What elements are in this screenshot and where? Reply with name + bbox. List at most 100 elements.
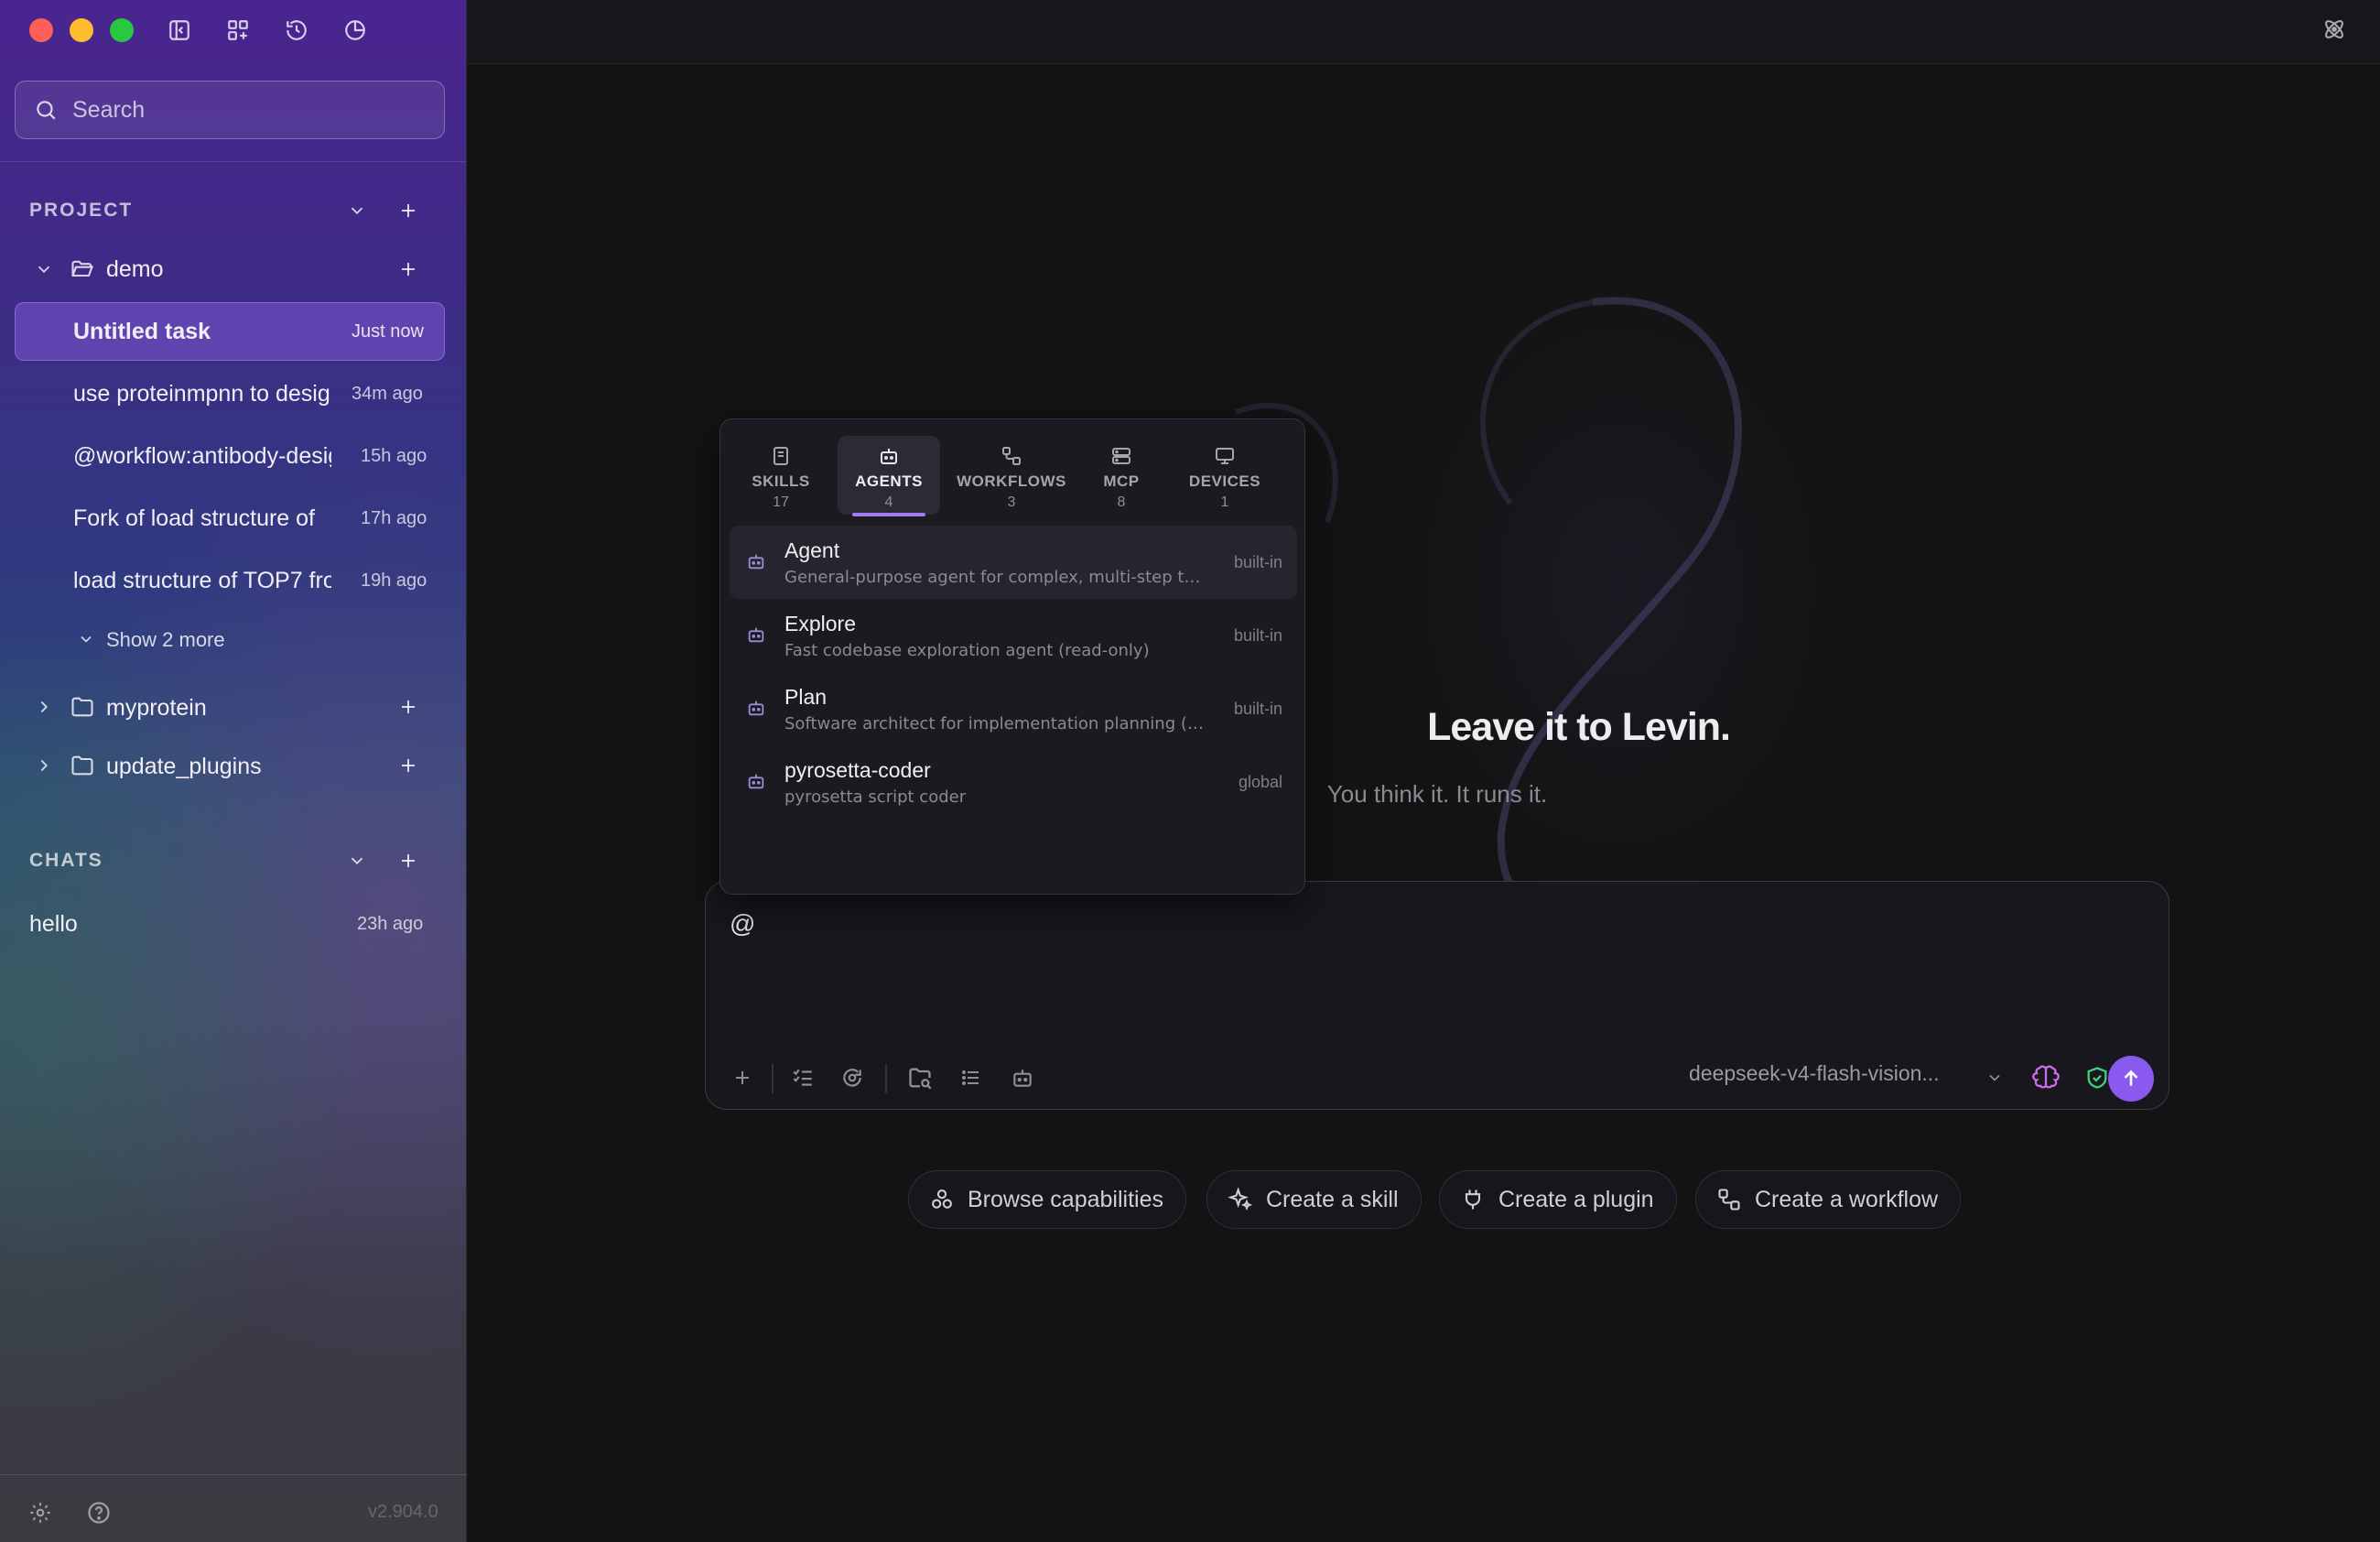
task-time: 19h ago [361, 570, 427, 591]
agent-bot-icon [748, 700, 764, 716]
atom-icon[interactable] [2318, 13, 2351, 46]
chevron-down-icon[interactable] [341, 194, 373, 227]
tab-count: 1 [1220, 494, 1229, 510]
divider [885, 1064, 887, 1093]
pill-label: Create a plugin [1498, 1186, 1654, 1212]
tab-agents[interactable]: AGENTS 4 [838, 436, 940, 516]
send-button[interactable] [2108, 1056, 2154, 1102]
add-task-button[interactable] [392, 253, 425, 286]
create-skill-button[interactable]: Create a skill [1206, 1170, 1422, 1229]
list-icon[interactable] [953, 1059, 990, 1096]
folder-icon [66, 749, 99, 782]
tab-mcp[interactable]: MCP 8 [1085, 436, 1158, 515]
folder-demo[interactable]: demo [106, 256, 164, 283]
chat-item[interactable]: hello [29, 911, 78, 938]
agent-description: Fast codebase exploration agent (read-on… [784, 641, 1150, 660]
tab-label: DEVICES [1188, 472, 1261, 490]
folder-search-icon[interactable] [902, 1059, 938, 1096]
create-plugin-button[interactable]: Create a plugin [1439, 1170, 1677, 1229]
pill-label: Browse capabilities [968, 1186, 1163, 1212]
tab-count: 4 [884, 494, 893, 510]
divider [0, 161, 467, 162]
search-input[interactable]: Search [15, 81, 445, 139]
search-placeholder: Search [72, 96, 146, 123]
agent-item[interactable]: pyrosetta-coder pyrosetta script coder g… [730, 745, 1297, 819]
chevron-down-icon[interactable] [70, 623, 103, 656]
add-attachment-icon[interactable] [724, 1059, 761, 1096]
agent-name: Plan [784, 685, 828, 709]
top-bar [467, 0, 2380, 64]
chevron-down-icon[interactable] [341, 844, 373, 877]
agent-description: pyrosetta script coder [784, 787, 967, 807]
create-workflow-button[interactable]: Create a workflow [1695, 1170, 1962, 1229]
add-task-button[interactable] [392, 690, 425, 723]
refresh-cycle-icon[interactable] [834, 1059, 871, 1096]
tab-workflows[interactable]: WORKFLOWS 3 [947, 436, 1076, 515]
usage-chart-icon[interactable] [339, 14, 372, 47]
agent-bot-icon [881, 449, 897, 464]
chevron-down-icon[interactable] [1976, 1059, 2013, 1096]
agent-scope-badge: global [1238, 773, 1282, 791]
task-time: 15h ago [361, 446, 427, 466]
chevron-right-icon[interactable] [27, 690, 60, 723]
agent-item[interactable]: Explore Fast codebase exploration agent … [730, 599, 1297, 672]
history-icon[interactable] [280, 14, 313, 47]
agent-description: General-purpose agent for complex, multi… [784, 568, 1206, 587]
add-project-button[interactable] [392, 194, 425, 227]
agent-item[interactable]: Plan Software architect for implementati… [730, 672, 1297, 745]
add-chat-button[interactable] [392, 844, 425, 877]
apps-grid-icon[interactable] [222, 14, 254, 47]
tab-label: MCP [1103, 472, 1140, 490]
composer-input[interactable]: @ [730, 909, 755, 939]
chevron-down-icon[interactable] [27, 253, 60, 286]
task-title[interactable]: load structure of TOP7 from [73, 568, 331, 594]
divider [772, 1064, 774, 1093]
agent-bot-icon[interactable] [1004, 1059, 1041, 1096]
add-task-button[interactable] [392, 749, 425, 782]
tab-label: SKILLS [752, 472, 810, 490]
sidebar-toggle-icon[interactable] [163, 14, 196, 47]
task-title[interactable]: @workflow:antibody-design [73, 443, 331, 470]
plug-icon [1465, 1189, 1481, 1210]
agent-bot-icon [748, 554, 764, 570]
task-time: Just now [352, 321, 424, 342]
folder-myprotein[interactable]: myprotein [106, 695, 207, 722]
mention-popover: SKILLS 17 AGENTS 4 WORKFLOWS 3 MCP 8 DEV… [719, 418, 1305, 895]
task-title[interactable]: use proteinmpnn to design [73, 381, 331, 407]
tab-skills[interactable]: SKILLS 17 [731, 436, 830, 515]
close-window-button[interactable] [29, 18, 53, 42]
agent-scope-badge: built-in [1233, 700, 1282, 718]
checklist-icon[interactable] [784, 1059, 821, 1096]
project-section-header: PROJECT [29, 200, 134, 221]
sidebar: Search PROJECT demo Untitled task Just n… [0, 0, 467, 1542]
version-label: v2.904.0 [368, 1502, 438, 1522]
browse-capabilities-button[interactable]: Browse capabilities [908, 1170, 1186, 1229]
agent-description: Software architect for implementation pl… [784, 714, 1206, 733]
show-more-link[interactable]: Show 2 more [106, 628, 225, 652]
settings-gear-icon[interactable] [24, 1496, 57, 1529]
chevron-right-icon[interactable] [27, 749, 60, 782]
prompt-composer[interactable]: @ deepseek-v4-flash-vision... [705, 881, 2169, 1110]
folder-update-plugins[interactable]: update_plugins [106, 754, 262, 780]
workflow-icon [1002, 447, 1021, 465]
agent-scope-badge: built-in [1233, 553, 1282, 571]
agent-name: pyrosetta-coder [784, 758, 931, 782]
server-icon [1112, 448, 1130, 464]
minimize-window-button[interactable] [70, 18, 93, 42]
help-icon[interactable] [82, 1496, 115, 1529]
search-icon [37, 101, 56, 120]
monitor-icon [1216, 448, 1234, 464]
capabilities-icon [932, 1189, 952, 1209]
task-time: 17h ago [361, 508, 427, 528]
brain-icon[interactable] [2028, 1059, 2064, 1096]
task-time: 34m ago [352, 384, 423, 404]
folder-open-icon [66, 253, 99, 286]
tab-devices[interactable]: DEVICES 1 [1167, 436, 1282, 515]
task-title[interactable]: Untitled task [73, 319, 320, 345]
workflow-icon [1718, 1189, 1740, 1211]
task-title[interactable]: Fork of load structure of [73, 505, 331, 532]
zoom-window-button[interactable] [110, 18, 134, 42]
tab-count: 17 [773, 494, 789, 510]
agent-item[interactable]: Agent General-purpose agent for complex,… [730, 526, 1297, 599]
model-selector[interactable]: deepseek-v4-flash-vision... [1689, 1061, 1940, 1086]
